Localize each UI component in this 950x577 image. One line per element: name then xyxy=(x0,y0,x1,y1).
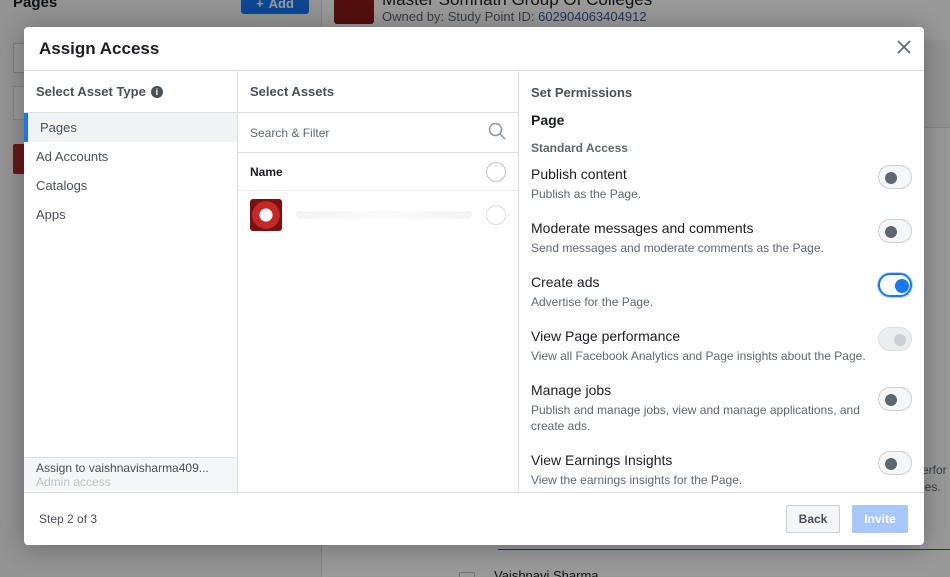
info-icon[interactable]: i xyxy=(150,85,163,98)
select-all-radio[interactable] xyxy=(486,161,506,182)
asset-search-row xyxy=(238,113,518,153)
assign-to-text: Assign to vaishnavisharma409... xyxy=(36,461,209,475)
asset-select-radio[interactable] xyxy=(486,205,506,225)
asset-type-pages[interactable]: Pages xyxy=(24,113,237,142)
asset-type-column: Select Asset Type i Pages Ad Accounts Ca… xyxy=(24,71,238,492)
name-column-label: Name xyxy=(250,164,283,179)
publish-content-toggle[interactable] xyxy=(878,165,912,189)
asset-type-apps[interactable]: Apps xyxy=(24,200,237,229)
permission-create-ads: Create ads Advertise for the Page. xyxy=(519,273,924,327)
permissions-heading: Set Permissions xyxy=(531,84,633,100)
asset-type-heading-label: Select Asset Type xyxy=(36,84,146,99)
toggle-knob xyxy=(885,226,897,238)
moderate-messages-toggle[interactable] xyxy=(878,219,912,243)
permission-description: Publish as the Page. xyxy=(531,187,642,201)
view-earnings-insights-toggle[interactable] xyxy=(878,451,912,475)
asset-search-input[interactable] xyxy=(250,125,470,140)
asset-name-header: Name xyxy=(238,153,518,191)
toggle-knob xyxy=(885,458,897,470)
dialog-footer: Step 2 of 3 Back Invite xyxy=(24,492,924,545)
assign-access-dialog: Assign Access Select Asset Type i Pages … xyxy=(24,27,924,545)
asset-type-heading: Select Asset Type i xyxy=(24,71,237,113)
permission-view-page-performance: View Page performance View all Facebook … xyxy=(519,327,924,381)
view-page-performance-toggle[interactable] xyxy=(878,327,912,351)
select-assets-column: Select Assets Name xyxy=(238,71,519,492)
dialog-header: Assign Access xyxy=(24,27,924,71)
permissions-asset-label: Page xyxy=(531,112,565,128)
search-icon[interactable] xyxy=(488,122,506,143)
toggle-knob xyxy=(885,394,897,406)
manage-jobs-toggle[interactable] xyxy=(878,387,912,411)
toggle-knob xyxy=(885,172,897,184)
page-logo-thumbnail xyxy=(250,199,282,231)
permission-view-earnings-insights: View Earnings Insights View the earnings… xyxy=(519,451,924,492)
permissions-column: Set Permissions Page Standard Access Pub… xyxy=(519,71,924,492)
permission-description: View the earnings insights for the Page. xyxy=(531,473,743,487)
standard-access-label: Standard Access xyxy=(531,141,628,155)
assign-summary: Assign to vaishnavisharma409... Admin ac… xyxy=(24,457,237,492)
back-button[interactable]: Back xyxy=(786,505,840,533)
close-icon[interactable] xyxy=(894,37,914,57)
asset-type-catalogs[interactable]: Catalogs xyxy=(24,171,237,200)
permission-description: Publish and manage jobs, view and manage… xyxy=(531,403,860,433)
permission-publish-content: Publish content Publish as the Page. xyxy=(519,165,924,219)
permission-manage-jobs: Manage jobs Publish and manage jobs, vie… xyxy=(519,381,924,451)
step-indicator: Step 2 of 3 xyxy=(39,512,98,526)
permission-title: Publish content xyxy=(531,166,627,182)
permission-title: View Page performance xyxy=(531,328,681,344)
permission-title: Create ads xyxy=(531,274,600,290)
permission-moderate-messages: Moderate messages and comments Send mess… xyxy=(519,219,924,273)
redacted-asset-name xyxy=(296,211,472,219)
toggle-knob xyxy=(894,334,906,346)
invite-button[interactable]: Invite xyxy=(852,505,908,533)
access-level-text: Admin access xyxy=(36,475,111,489)
asset-type-ad-accounts[interactable]: Ad Accounts xyxy=(24,142,237,171)
dialog-columns: Select Asset Type i Pages Ad Accounts Ca… xyxy=(24,71,924,492)
create-ads-toggle[interactable] xyxy=(878,273,912,297)
toggle-knob xyxy=(895,279,909,293)
dialog-title: Assign Access xyxy=(39,39,160,58)
permission-title: Moderate messages and comments xyxy=(531,220,754,236)
permission-description: Send messages and moderate comments as t… xyxy=(531,241,824,255)
permission-description: View all Facebook Analytics and Page ins… xyxy=(531,349,866,363)
select-assets-heading: Select Assets xyxy=(238,71,518,113)
permission-description: Advertise for the Page. xyxy=(531,295,654,309)
permission-title: View Earnings Insights xyxy=(531,452,673,468)
asset-row[interactable] xyxy=(238,191,518,239)
permission-title: Manage jobs xyxy=(531,382,612,398)
